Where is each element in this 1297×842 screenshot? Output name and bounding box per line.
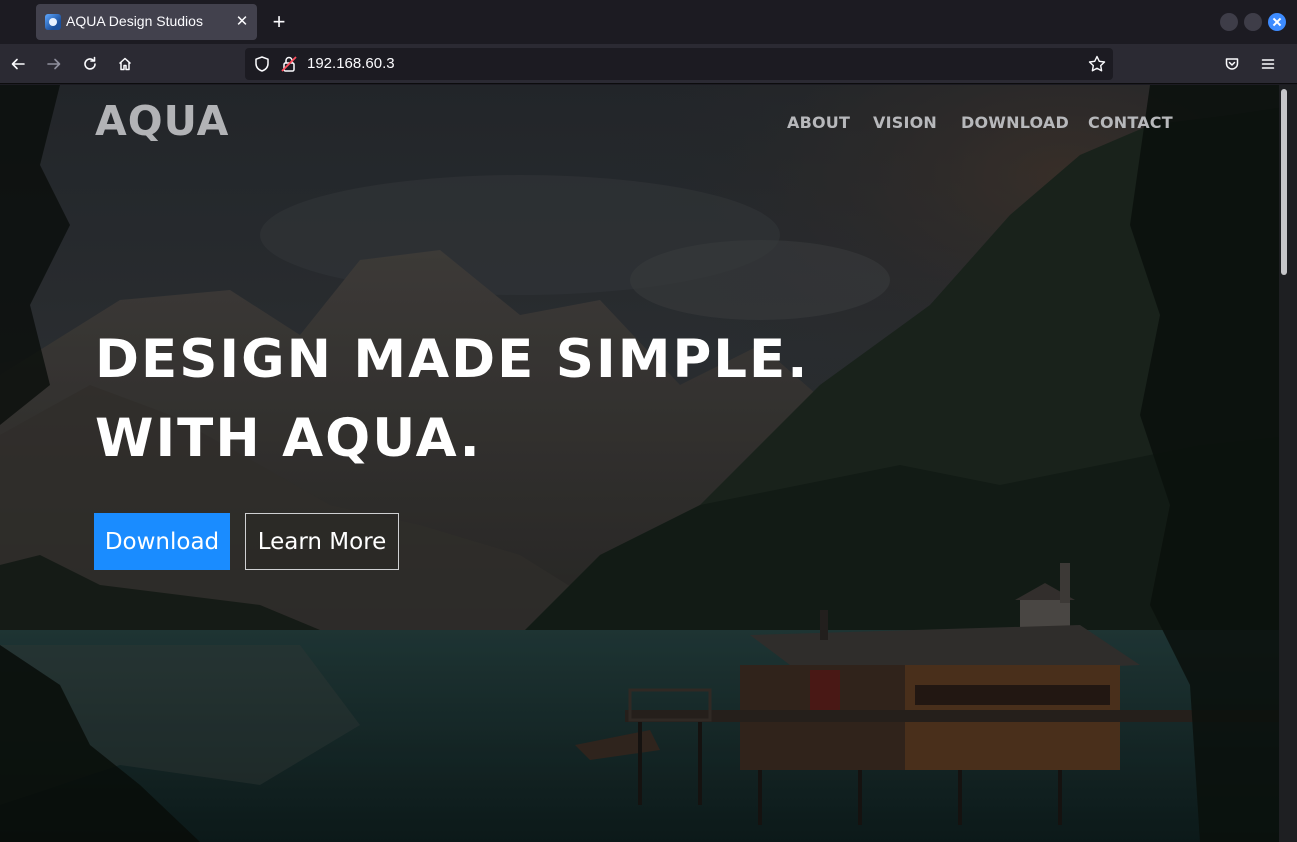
nav-link-vision[interactable]: VISION [873, 113, 937, 132]
reload-icon[interactable] [78, 52, 102, 76]
page-viewport: AQUA ABOUT VISION DOWNLOAD CONTACT DESIG… [0, 85, 1297, 842]
browser-tab[interactable]: AQUA Design Studios ✕ [36, 4, 257, 40]
site-logo[interactable]: AQUA [95, 97, 229, 145]
scrollbar-thumb[interactable] [1281, 89, 1287, 275]
page-scrollbar[interactable] [1279, 85, 1297, 842]
navigation-toolbar: 192.168.60.3 [0, 44, 1297, 84]
download-button[interactable]: Download [94, 513, 230, 570]
learn-more-button[interactable]: Learn More [245, 513, 399, 570]
forward-arrow-icon[interactable] [42, 52, 66, 76]
window-close-button[interactable] [1268, 13, 1286, 31]
hero-headline-line-1: DESIGN MADE SIMPLE. [95, 329, 810, 390]
aqua-logo-icon [45, 14, 61, 30]
url-text[interactable]: 192.168.60.3 [307, 55, 395, 72]
hamburger-menu-icon[interactable] [1256, 52, 1280, 76]
hero-headline-line-2: WITH AQUA. [95, 408, 482, 469]
insecure-lock-icon[interactable] [280, 55, 298, 73]
tab-title: AQUA Design Studios [66, 13, 203, 29]
address-bar[interactable]: 192.168.60.3 [245, 48, 1113, 80]
nav-link-contact[interactable]: CONTACT [1088, 113, 1173, 132]
window-maximize-button[interactable] [1244, 13, 1262, 31]
window-minimize-button[interactable] [1220, 13, 1238, 31]
pocket-icon[interactable] [1220, 52, 1244, 76]
new-tab-button[interactable]: + [266, 8, 292, 36]
tab-strip: AQUA Design Studios ✕ + [0, 0, 1297, 44]
home-icon[interactable] [113, 52, 137, 76]
back-arrow-icon[interactable] [6, 52, 30, 76]
star-icon[interactable] [1087, 54, 1107, 74]
tab-close-icon[interactable]: ✕ [233, 10, 251, 32]
shield-icon[interactable] [253, 55, 271, 73]
nav-link-about[interactable]: ABOUT [787, 113, 850, 132]
nav-link-download[interactable]: DOWNLOAD [961, 113, 1069, 132]
